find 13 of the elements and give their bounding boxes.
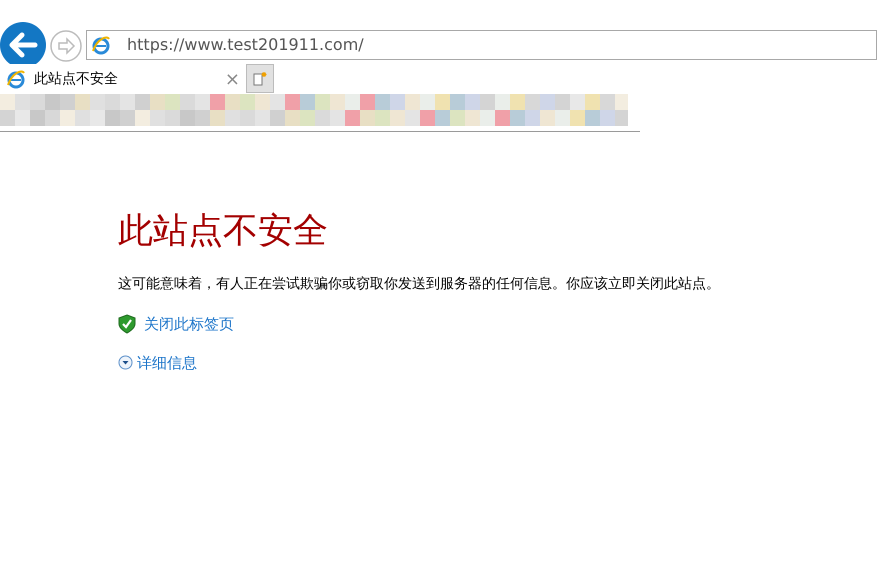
close-tab-button[interactable]: × <box>224 66 240 92</box>
shield-check-icon <box>118 314 136 334</box>
new-tab-button[interactable] <box>246 64 274 93</box>
new-tab-icon <box>252 70 268 86</box>
address-bar[interactable]: https://www.test201911.com/ <box>86 30 877 60</box>
page-heading: 此站点不安全 <box>118 210 329 252</box>
details-link[interactable]: 详细信息 <box>137 352 197 374</box>
expand-icon <box>118 355 133 370</box>
url-text: https://www.test201911.com/ <box>127 34 364 56</box>
tab-icon <box>6 69 26 89</box>
warning-message: 这可能意味着，有人正在尝试欺骗你或窃取你发送到服务器的任何信息。你应该立即关闭此站点。 <box>118 275 721 294</box>
close-tab-link[interactable]: 关闭此标签页 <box>144 313 234 336</box>
browser-icon <box>91 35 111 55</box>
